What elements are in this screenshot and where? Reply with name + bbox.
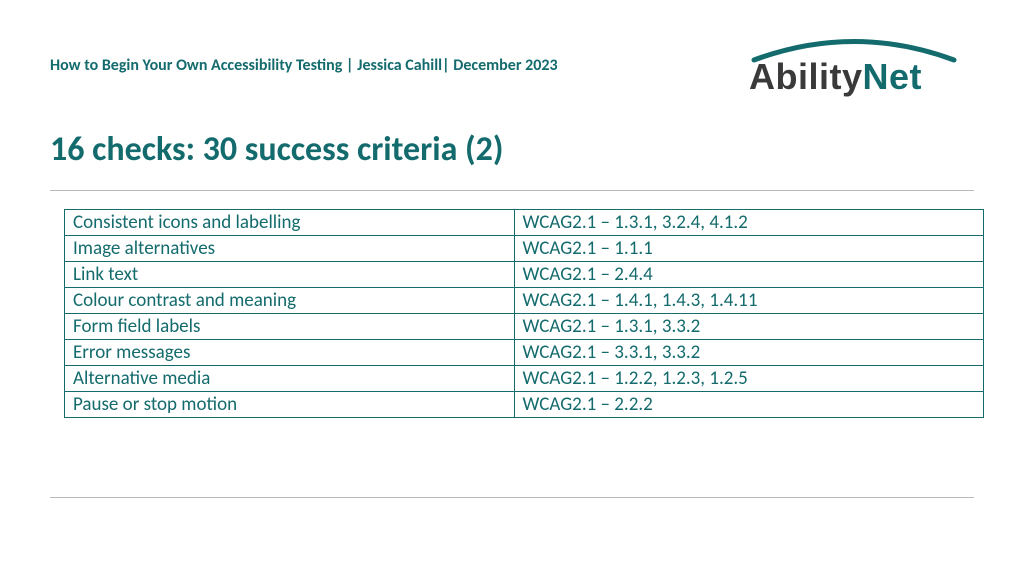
divider-top [50, 190, 974, 191]
criteria-cell: WCAG2.1 – 1.4.1, 1.4.3, 1.4.11 [514, 288, 983, 314]
table-row: Image alternativesWCAG2.1 – 1.1.1 [65, 236, 984, 262]
breadcrumb: How to Begin Your Own Accessibility Test… [50, 30, 558, 75]
table-row: Consistent icons and labellingWCAG2.1 – … [65, 210, 984, 236]
divider-bottom [50, 497, 974, 498]
criteria-cell: WCAG2.1 – 3.3.1, 3.3.2 [514, 340, 983, 366]
table-row: Link textWCAG2.1 – 2.4.4 [65, 262, 984, 288]
table-row: Form field labelsWCAG2.1 – 1.3.1, 3.3.2 [65, 314, 984, 340]
logo-text: AbilityNet [749, 56, 922, 98]
criteria-cell: WCAG2.1 – 1.1.1 [514, 236, 983, 262]
criteria-cell: WCAG2.1 – 1.3.1, 3.3.2 [514, 314, 983, 340]
check-cell: Consistent icons and labelling [65, 210, 515, 236]
criteria-cell: WCAG2.1 – 2.2.2 [514, 392, 983, 418]
check-cell: Image alternatives [65, 236, 515, 262]
table-row: Error messagesWCAG2.1 – 3.3.1, 3.3.2 [65, 340, 984, 366]
check-cell: Link text [65, 262, 515, 288]
slide-header: How to Begin Your Own Accessibility Test… [50, 30, 974, 105]
criteria-table: Consistent icons and labellingWCAG2.1 – … [64, 209, 984, 418]
abilitynet-logo: AbilityNet [734, 30, 974, 105]
slide-title: 16 checks: 30 success criteria (2) [50, 129, 974, 170]
check-cell: Pause or stop motion [65, 392, 515, 418]
table-row: Alternative mediaWCAG2.1 – 1.2.2, 1.2.3,… [65, 366, 984, 392]
table-row: Pause or stop motionWCAG2.1 – 2.2.2 [65, 392, 984, 418]
criteria-cell: WCAG2.1 – 1.3.1, 3.2.4, 4.1.2 [514, 210, 983, 236]
criteria-cell: WCAG2.1 – 1.2.2, 1.2.3, 1.2.5 [514, 366, 983, 392]
check-cell: Form field labels [65, 314, 515, 340]
criteria-cell: WCAG2.1 – 2.4.4 [514, 262, 983, 288]
check-cell: Colour contrast and meaning [65, 288, 515, 314]
table-row: Colour contrast and meaningWCAG2.1 – 1.4… [65, 288, 984, 314]
check-cell: Error messages [65, 340, 515, 366]
check-cell: Alternative media [65, 366, 515, 392]
